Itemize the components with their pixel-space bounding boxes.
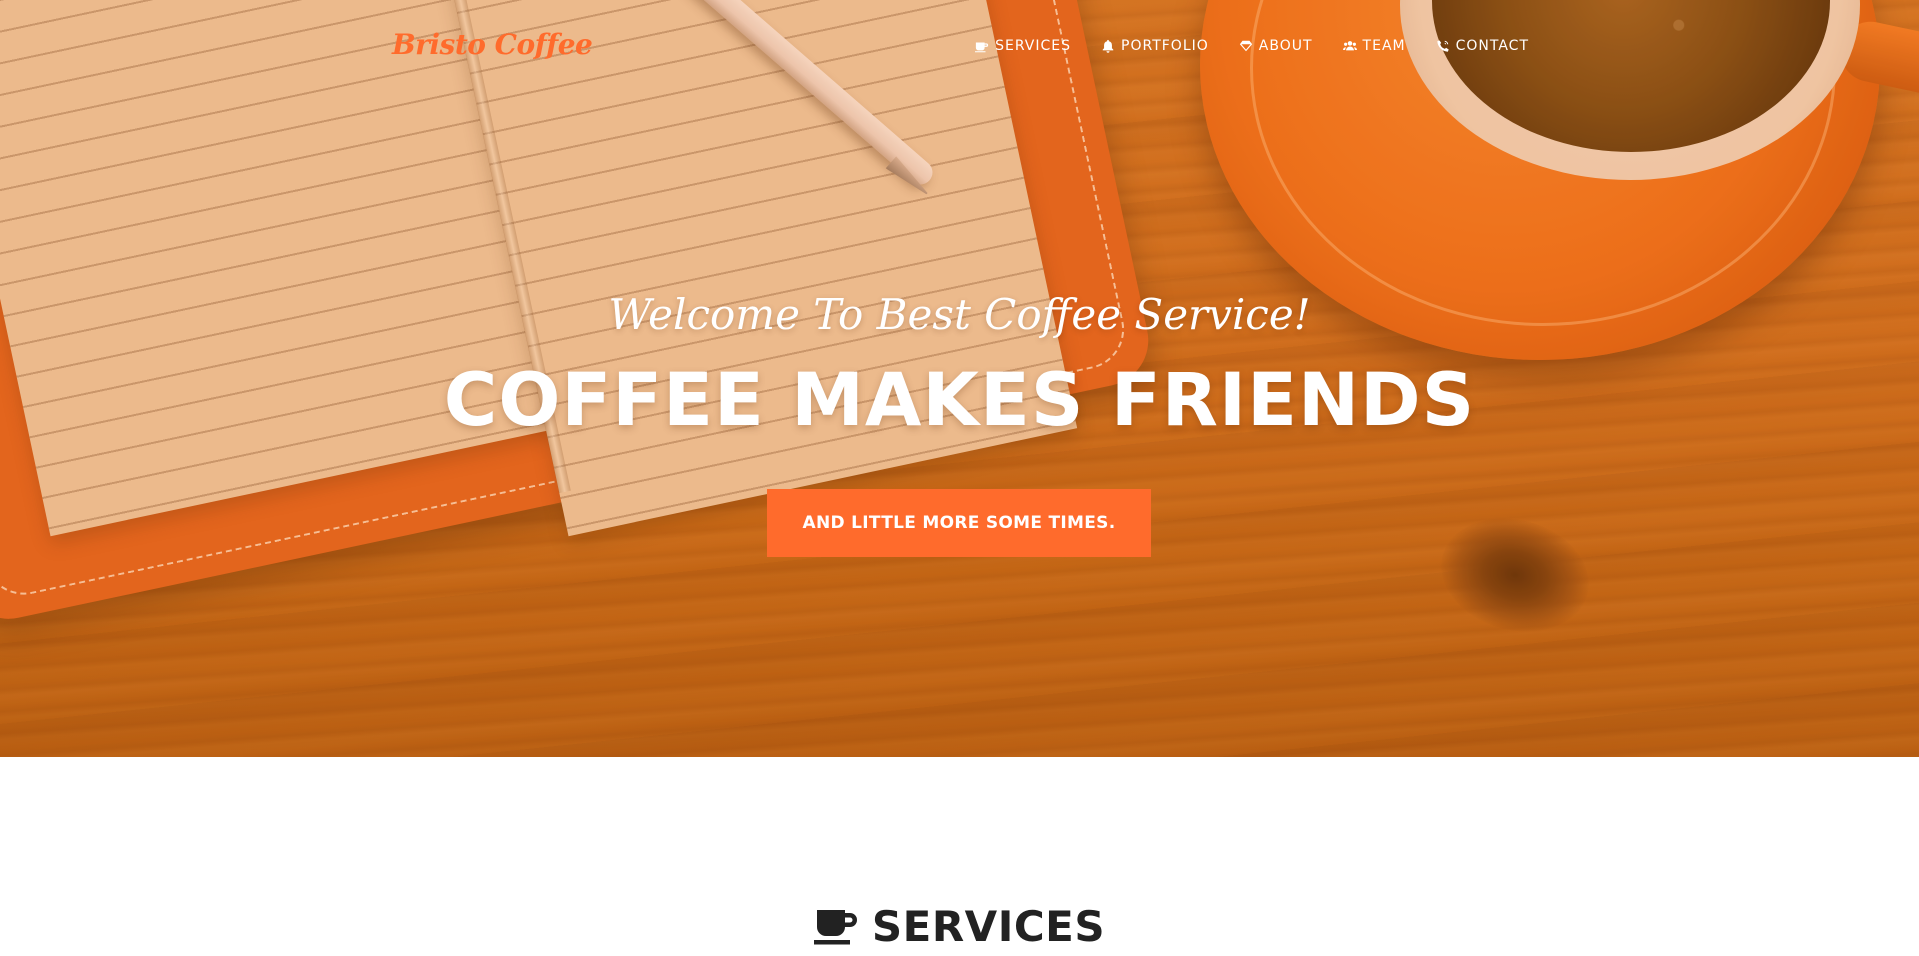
nav-item-portfolio[interactable]: PORTFOLIO [1101, 38, 1209, 54]
nav-item-services[interactable]: SERVICES [975, 38, 1071, 54]
nav-item-contact[interactable]: CONTACT [1436, 38, 1529, 54]
nav-item-label: TEAM [1362, 38, 1406, 54]
bell-icon [1101, 39, 1115, 53]
nav-item-label: PORTFOLIO [1121, 38, 1209, 54]
nav-item-team[interactable]: TEAM [1342, 38, 1406, 54]
diamond-icon [1239, 39, 1253, 53]
main-nav: SERVICES PORTFOLIO ABOUT TEAM CONTACT [975, 38, 1529, 54]
hero-cta-button[interactable]: AND LITTLE MORE SOME TIMES. [767, 489, 1151, 557]
brand-logo[interactable]: Bristo Coffee [392, 28, 593, 61]
nav-item-label: SERVICES [995, 38, 1072, 54]
hero-section: Bristo Coffee SERVICES PORTFOLIO ABOUT T… [0, 0, 1919, 757]
nav-item-about[interactable]: ABOUT [1239, 38, 1313, 54]
services-section-title: SERVICES [0, 902, 1919, 951]
services-title: SERVICES [871, 902, 1106, 951]
coffee-cup-icon [813, 908, 858, 946]
hero-subheading: Welcome To Best Coffee Service! [608, 290, 1311, 339]
users-icon [1342, 39, 1357, 53]
nav-item-label: ABOUT [1258, 38, 1313, 54]
phone-volume-icon [1436, 39, 1450, 53]
hero-heading: COFFEE MAKES FRIENDS [443, 358, 1476, 443]
coffee-cup-icon [975, 39, 989, 53]
nav-item-label: CONTACT [1455, 38, 1529, 54]
